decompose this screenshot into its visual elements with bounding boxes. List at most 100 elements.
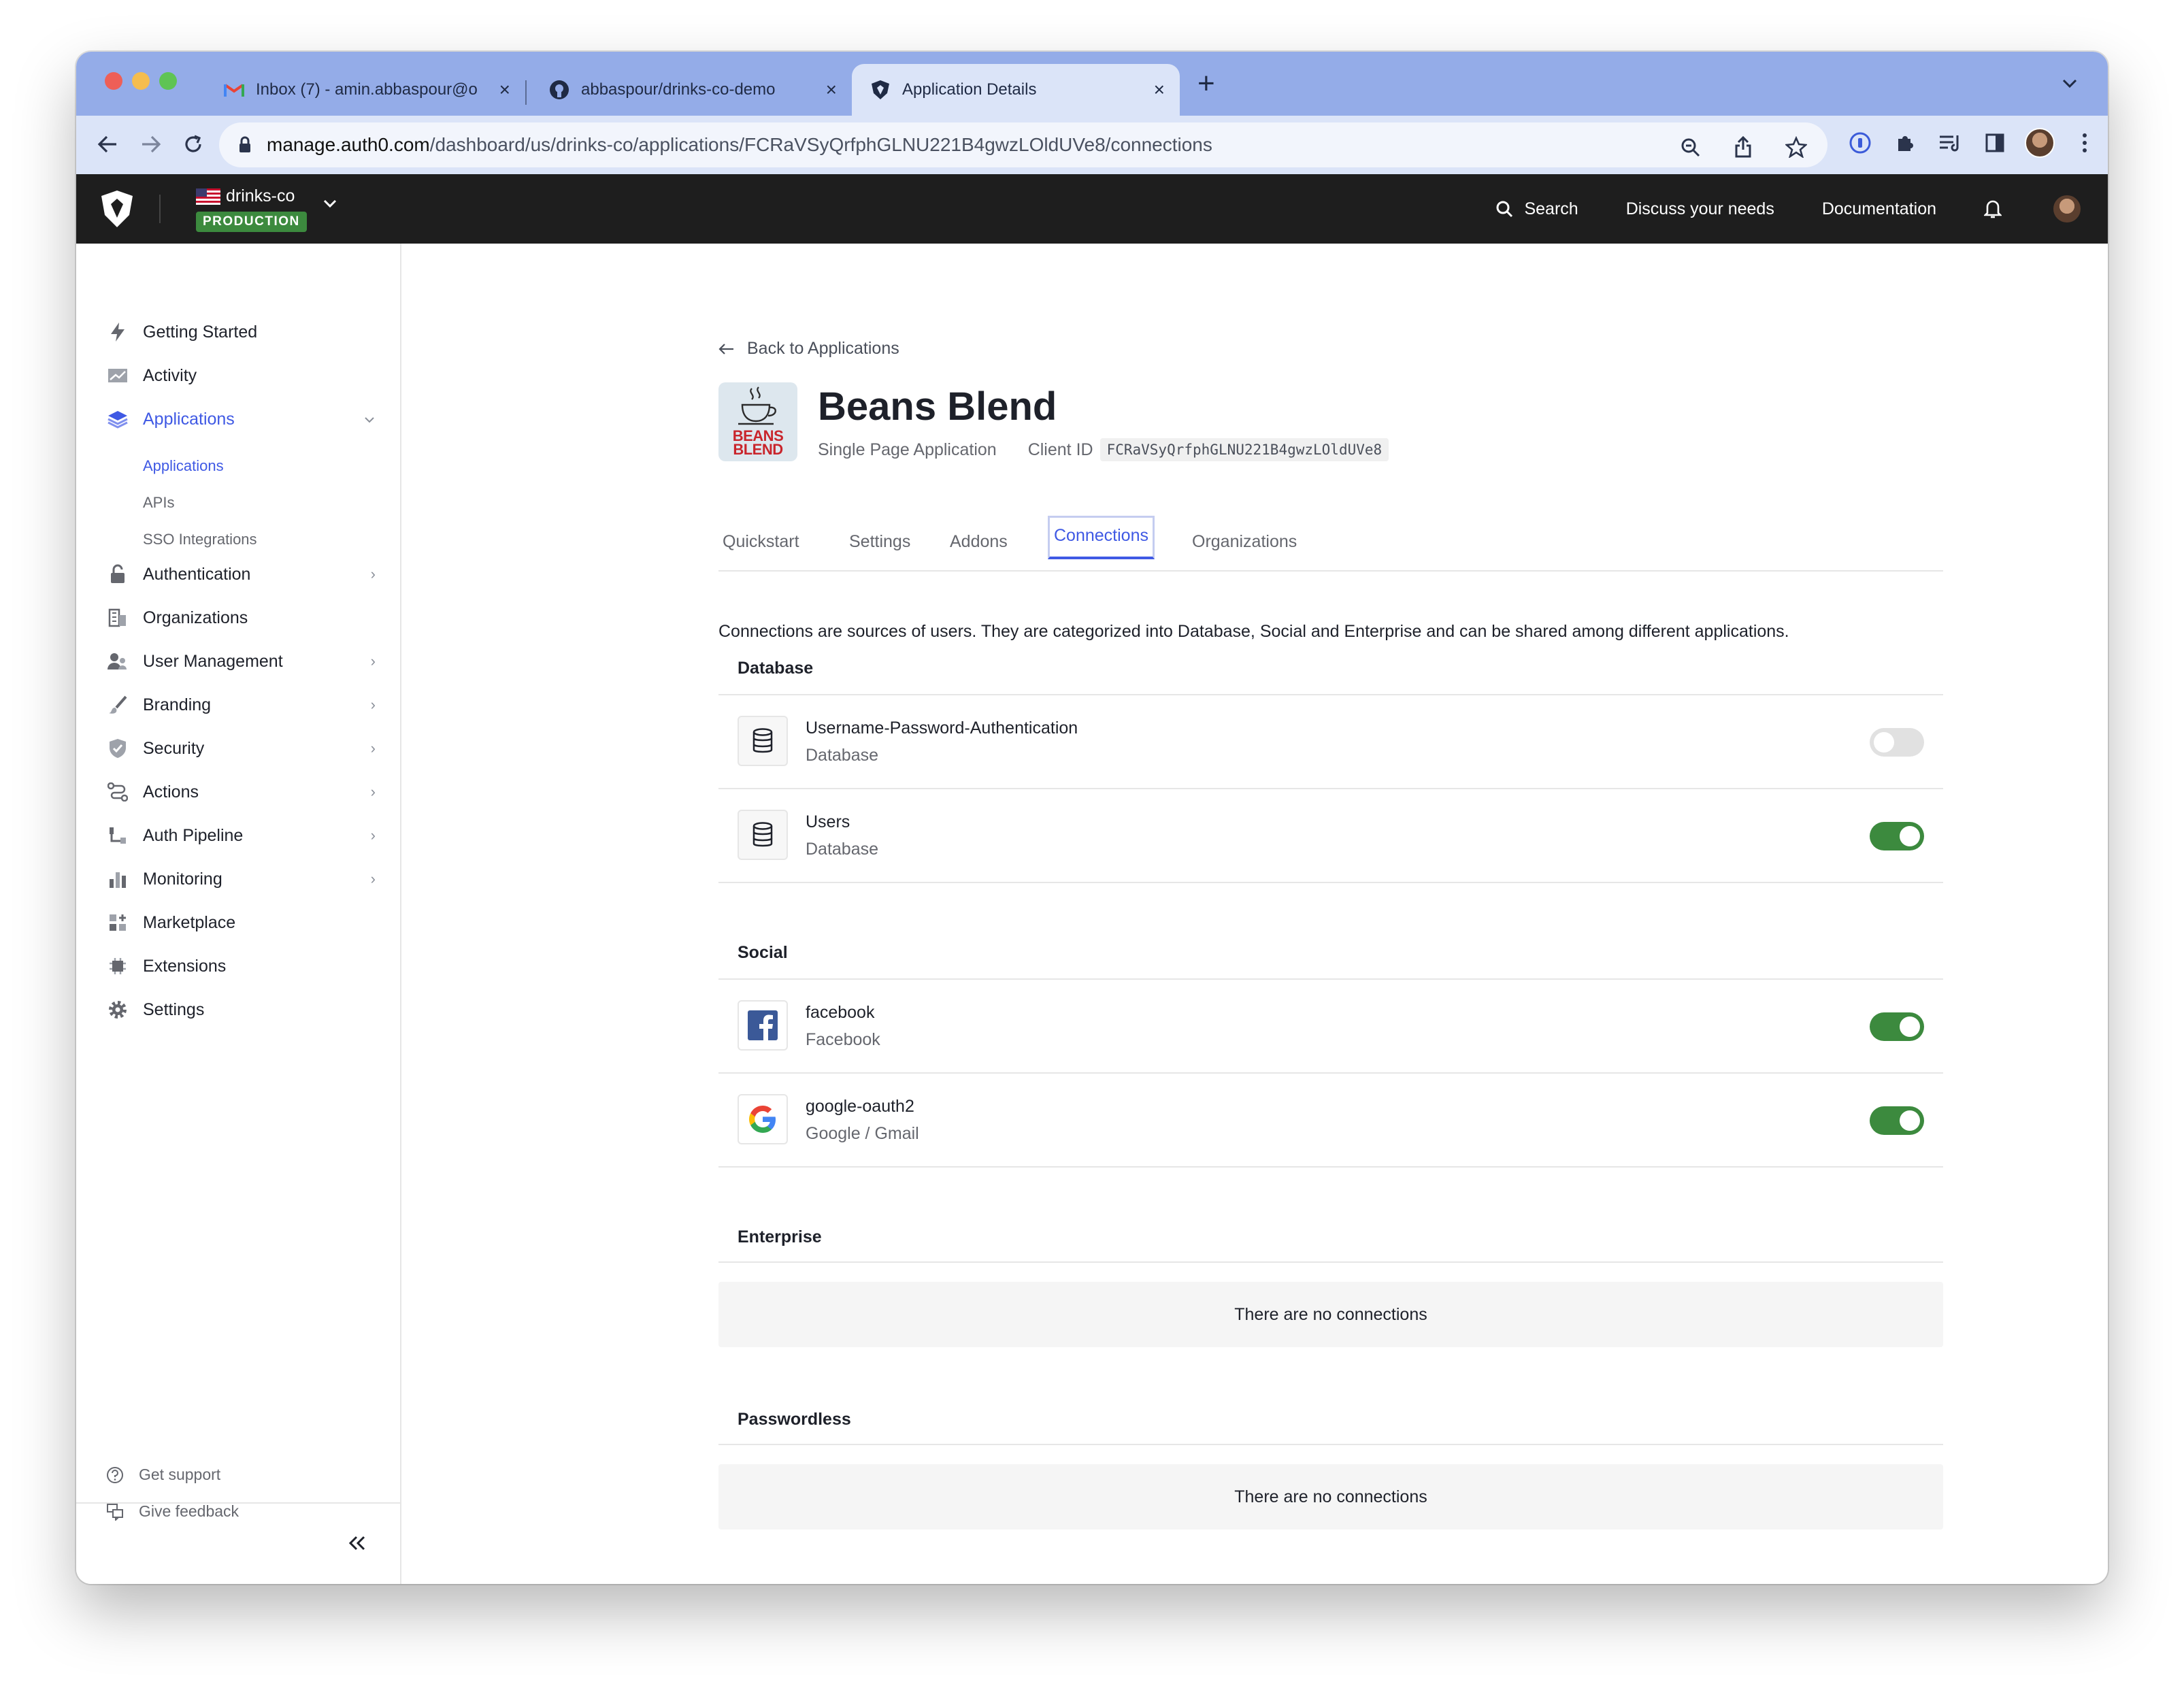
back-arrow-icon[interactable] — [93, 129, 122, 159]
group-title-social: Social — [738, 943, 788, 962]
connection-row: facebook Facebook — [718, 980, 1943, 1074]
sidebar-subitem-applications[interactable]: Applications — [143, 457, 224, 475]
app-type: Single Page Application — [818, 440, 997, 459]
sidebar-item-authentication[interactable]: Authentication › — [106, 561, 376, 588]
sidebar-item-activity[interactable]: Activity — [106, 362, 376, 389]
empty-connections-enterprise: There are no connections — [718, 1282, 1943, 1347]
chevron-down-icon[interactable] — [322, 199, 337, 212]
bar-chart-icon — [106, 867, 129, 891]
app-header: drinks-co PRODUCTION Search Discuss your… — [76, 174, 2108, 244]
password-manager-icon[interactable] — [1845, 128, 1875, 158]
sidebar-item-auth-pipeline[interactable]: Auth Pipeline › — [106, 822, 376, 849]
database-icon — [738, 810, 788, 860]
sidebar-item-user-management[interactable]: User Management › — [106, 648, 376, 675]
pipeline-icon — [106, 824, 129, 847]
back-to-applications-link[interactable]: Back to Applications — [718, 339, 899, 359]
lightning-icon — [106, 320, 129, 344]
arrow-left-icon — [718, 343, 733, 354]
close-window-button[interactable] — [105, 72, 122, 90]
bell-icon[interactable] — [1984, 199, 2013, 219]
connection-type: Facebook — [806, 1030, 880, 1049]
connection-toggle-facebook[interactable] — [1870, 1012, 1924, 1041]
extensions-icon[interactable] — [1890, 128, 1920, 158]
tab-search-icon[interactable] — [2062, 72, 2078, 94]
tab-connections[interactable]: Connections — [1048, 516, 1155, 559]
gmail-icon — [223, 79, 245, 101]
github-icon — [548, 79, 570, 101]
get-support-link[interactable]: Get support — [106, 1466, 220, 1484]
sidebar-item-label: Branding — [143, 695, 212, 714]
connection-toggle-username-password[interactable] — [1870, 728, 1924, 757]
chevron-down-icon — [363, 410, 376, 428]
sidebar-item-label: Extensions — [143, 956, 227, 976]
help-circle-icon — [107, 1466, 123, 1483]
user-avatar[interactable] — [2052, 194, 2082, 224]
back-label: Back to Applications — [747, 339, 899, 358]
group-title-enterprise: Enterprise — [738, 1227, 822, 1246]
browser-tab-label: abbaspour/drinks-co-demo — [581, 80, 776, 99]
side-panel-icon[interactable] — [1980, 128, 2010, 158]
client-id-value[interactable]: FCRaVSyQrfphGLNU221B4gwzLOldUVe8 — [1099, 438, 1389, 461]
sidebar-subitem-sso-integrations[interactable]: SSO Integrations — [143, 531, 257, 548]
forward-arrow-icon[interactable] — [136, 129, 166, 159]
reading-list-icon[interactable] — [1935, 128, 1965, 158]
chevron-right-icon: › — [370, 827, 376, 844]
sidebar-item-getting-started[interactable]: Getting Started — [106, 318, 376, 346]
tab-quickstart[interactable]: Quickstart — [718, 528, 804, 556]
browser-tab-application-details[interactable]: Application Details × — [852, 64, 1180, 116]
search-label: Search — [1524, 199, 1578, 218]
sidebar-item-extensions[interactable]: Extensions — [106, 953, 376, 980]
zoom-icon[interactable] — [1675, 132, 1705, 162]
connection-toggle-users[interactable] — [1870, 822, 1924, 850]
sidebar-item-settings[interactable]: Settings — [106, 996, 376, 1023]
tab-settings[interactable]: Settings — [845, 528, 914, 556]
more-menu-icon[interactable] — [2070, 128, 2100, 158]
reload-icon[interactable] — [178, 129, 208, 159]
profile-avatar[interactable] — [2025, 128, 2055, 158]
address-bar[interactable]: manage.auth0.com/dashboard/us/drinks-co/… — [219, 122, 1827, 167]
chevron-right-icon: › — [370, 652, 376, 670]
users-icon — [106, 650, 129, 673]
sidebar-item-security[interactable]: Security › — [106, 735, 376, 762]
close-tab-icon[interactable]: × — [499, 79, 510, 101]
tenant-switcher[interactable]: drinks-co PRODUCTION — [196, 186, 307, 232]
new-tab-button[interactable]: + — [1197, 67, 1215, 101]
documentation-link[interactable]: Documentation — [1822, 199, 1936, 219]
header-search-button[interactable]: Search — [1495, 199, 1578, 219]
browser-tab-label: Inbox (7) - amin.abbaspour@o — [256, 80, 478, 99]
minimize-window-button[interactable] — [132, 72, 150, 90]
sidebar-item-marketplace[interactable]: Marketplace — [106, 909, 376, 936]
browser-tabstrip: Inbox (7) - amin.abbaspour@o × abbaspour… — [76, 52, 2108, 116]
connection-name: google-oauth2 — [806, 1097, 914, 1116]
share-icon[interactable] — [1728, 132, 1758, 162]
app-meta: Single Page Application Client ID FCRaVS… — [818, 438, 1389, 461]
sidebar-item-actions[interactable]: Actions › — [106, 778, 376, 806]
close-tab-icon[interactable]: × — [826, 79, 837, 101]
sidebar-item-organizations[interactable]: Organizations — [106, 604, 376, 631]
auth0-logo-icon[interactable] — [99, 189, 139, 229]
sidebar-item-label: Security — [143, 738, 205, 758]
sidebar-subitem-apis[interactable]: APIs — [143, 494, 174, 512]
maximize-window-button[interactable] — [159, 72, 177, 90]
connection-toggle-google-oauth2[interactable] — [1870, 1106, 1924, 1135]
sidebar-item-label: Auth Pipeline — [143, 825, 244, 845]
connection-row: google-oauth2 Google / Gmail — [718, 1074, 1943, 1168]
sidebar-item-label: Marketplace — [143, 912, 236, 932]
app-logo: BEANS BLEND — [718, 382, 797, 461]
sidebar-item-monitoring[interactable]: Monitoring › — [106, 865, 376, 893]
discuss-needs-link[interactable]: Discuss your needs — [1626, 199, 1774, 219]
bookmark-star-icon[interactable] — [1781, 132, 1811, 162]
lock-icon[interactable] — [238, 136, 252, 154]
brush-icon — [106, 693, 129, 716]
close-tab-icon[interactable]: × — [1154, 79, 1165, 101]
connection-type: Database — [806, 840, 879, 859]
coffee-cup-icon — [738, 386, 776, 425]
browser-tab-github[interactable]: abbaspour/drinks-co-demo × — [531, 64, 852, 116]
sidebar-item-applications[interactable]: Applications — [106, 406, 376, 433]
auth0-icon — [870, 79, 891, 101]
tab-addons[interactable]: Addons — [946, 528, 1012, 556]
sidebar-item-branding[interactable]: Branding › — [106, 691, 376, 718]
collapse-sidebar-icon[interactable] — [348, 1531, 366, 1557]
browser-tab-gmail[interactable]: Inbox (7) - amin.abbaspour@o × — [205, 64, 525, 116]
tab-organizations[interactable]: Organizations — [1188, 528, 1301, 556]
